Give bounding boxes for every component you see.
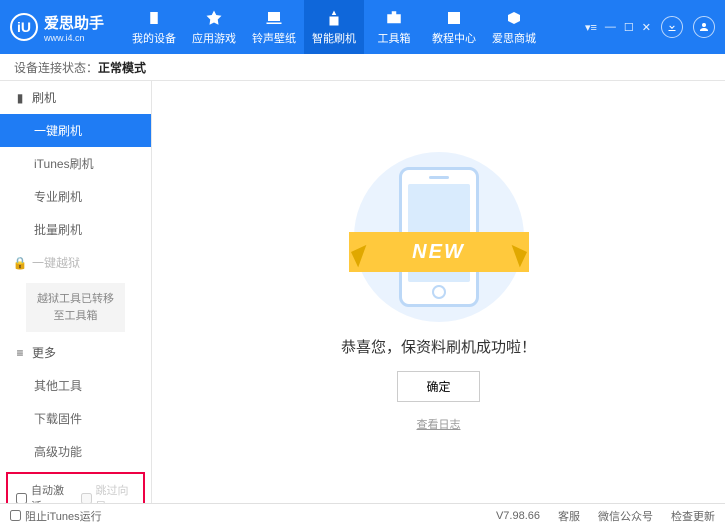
footer-link-wechat[interactable]: 微信公众号 [598, 508, 653, 524]
footer: 阻止iTunes运行 V7.98.66 客服 微信公众号 检查更新 [0, 503, 725, 527]
logo[interactable]: iU 爱思助手 www.i4.cn [10, 12, 104, 43]
sidebar: ▮刷机 一键刷机iTunes刷机专业刷机批量刷机 🔒一键越狱 越狱工具已转移至工… [0, 81, 152, 503]
skip-guide-checkbox[interactable]: 跳过向导 [81, 482, 136, 503]
window-controls: ▾≡ — ☐ ✕ [585, 21, 651, 34]
sidebar-more-item-2[interactable]: 高级功能 [0, 435, 151, 468]
minimize-icon[interactable]: — [605, 21, 616, 34]
view-log-link[interactable]: 查看日志 [417, 416, 461, 432]
sidebar-flash-item-2[interactable]: 专业刷机 [0, 180, 151, 213]
success-message: 恭喜您，保资料刷机成功啦！ [341, 336, 536, 357]
nav-icon-5 [444, 8, 464, 28]
sidebar-flash-item-3[interactable]: 批量刷机 [0, 213, 151, 246]
success-illustration: NEW [329, 152, 549, 322]
auto-activate-checkbox[interactable]: 自动激活 [16, 482, 71, 503]
top-nav: 我的设备应用游戏铃声壁纸智能刷机工具箱教程中心爱思商城 [124, 0, 585, 54]
sidebar-section-jailbreak: 🔒一键越狱 [0, 246, 151, 279]
main-content: NEW 恭喜您，保资料刷机成功啦！ 确定 查看日志 [152, 81, 725, 503]
phone-icon: ▮ [14, 92, 26, 104]
list-icon: ≡ [14, 347, 26, 359]
logo-icon: iU [10, 13, 38, 41]
download-icon[interactable] [661, 16, 683, 38]
ok-button[interactable]: 确定 [397, 371, 479, 402]
block-itunes-checkbox[interactable]: 阻止iTunes运行 [10, 508, 102, 524]
sidebar-section-flash[interactable]: ▮刷机 [0, 81, 151, 114]
close-icon[interactable]: ✕ [642, 21, 651, 34]
nav-icon-6 [504, 8, 524, 28]
footer-link-update[interactable]: 检查更新 [671, 508, 715, 524]
nav-item-3[interactable]: 智能刷机 [304, 0, 364, 54]
nav-icon-2 [264, 8, 284, 28]
lock-icon: 🔒 [14, 257, 26, 269]
nav-icon-0 [144, 8, 164, 28]
user-icon[interactable] [693, 16, 715, 38]
nav-item-1[interactable]: 应用游戏 [184, 0, 244, 54]
nav-icon-3 [324, 8, 344, 28]
jailbreak-moved-note: 越狱工具已转移至工具箱 [26, 283, 125, 332]
nav-item-5[interactable]: 教程中心 [424, 0, 484, 54]
footer-link-support[interactable]: 客服 [558, 508, 580, 524]
nav-icon-4 [384, 8, 404, 28]
nav-icon-1 [204, 8, 224, 28]
nav-item-2[interactable]: 铃声壁纸 [244, 0, 304, 54]
titlebar: iU 爱思助手 www.i4.cn 我的设备应用游戏铃声壁纸智能刷机工具箱教程中… [0, 0, 725, 54]
nav-item-0[interactable]: 我的设备 [124, 0, 184, 54]
maximize-icon[interactable]: ☐ [624, 21, 634, 34]
nav-item-4[interactable]: 工具箱 [364, 0, 424, 54]
app-url: www.i4.cn [44, 33, 104, 43]
sidebar-flash-item-1[interactable]: iTunes刷机 [0, 147, 151, 180]
new-ribbon: NEW [349, 232, 529, 272]
app-title: 爱思助手 [44, 12, 104, 33]
highlighted-options: 自动激活 跳过向导 [6, 472, 145, 503]
sidebar-section-more[interactable]: ≡更多 [0, 336, 151, 369]
nav-item-6[interactable]: 爱思商城 [484, 0, 544, 54]
menu-icon[interactable]: ▾≡ [585, 21, 597, 34]
sidebar-more-item-1[interactable]: 下载固件 [0, 402, 151, 435]
connection-status: 设备连接状态：正常模式 [0, 54, 725, 80]
version-label: V7.98.66 [496, 510, 540, 522]
sidebar-more-item-0[interactable]: 其他工具 [0, 369, 151, 402]
sidebar-flash-item-0[interactable]: 一键刷机 [0, 114, 151, 147]
